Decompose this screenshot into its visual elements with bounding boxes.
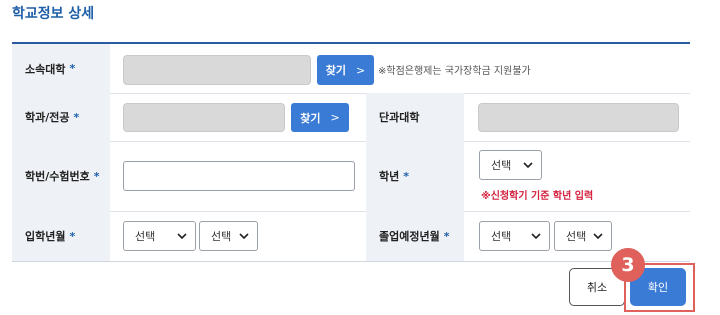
row-university: 소속대학 * 찾기 > ※학점은행제는 국가장학금 지원불가 — [12, 44, 690, 94]
college-label: 단과대학 — [379, 111, 420, 124]
college-input — [478, 103, 679, 132]
grade-note: ※신청학기 기준 학년 입력 — [481, 191, 594, 202]
admission-year-value: 선택 — [135, 230, 156, 243]
grade-select-value: 선택 — [491, 159, 512, 172]
department-label-cell: 학과/전공 * — [12, 93, 110, 141]
row-student-id: 학번/수험번호 * 학년 * 선택 ※신청학기 기준 학년 입력 — [12, 141, 690, 212]
university-input — [123, 55, 311, 85]
page-title: 학교정보 상세 — [12, 6, 95, 22]
graduation-label-cell: 졸업예정년월 * — [366, 211, 464, 261]
row-admission: 입학년월 * 선택 선택 졸업예정년월 * 선택 선택 — [12, 211, 690, 261]
grade-select[interactable]: 선택 — [479, 150, 542, 180]
graduation-year-select[interactable]: 선택 — [479, 221, 550, 251]
required-mark: * — [73, 110, 80, 124]
graduation-label: 졸업예정년월 — [379, 230, 440, 243]
admission-year-select[interactable]: 선택 — [123, 221, 196, 251]
graduation-month-value: 선택 — [566, 230, 587, 243]
grade-label: 학년 — [379, 170, 400, 183]
admission-month-value: 선택 — [211, 230, 232, 243]
chevron-right-icon: > — [356, 63, 366, 77]
required-mark: * — [69, 229, 76, 243]
row-department: 학과/전공 * 찾기 > 단과대학 — [12, 93, 690, 142]
step-number-badge: 3 — [611, 248, 645, 282]
chevron-down-icon — [523, 161, 533, 168]
grade-label-cell: 학년 * — [366, 141, 464, 211]
university-find-button[interactable]: 찾기 > — [317, 55, 374, 85]
admission-month-select[interactable]: 선택 — [199, 221, 258, 251]
required-mark: * — [69, 62, 76, 75]
admission-label-cell: 입학년월 * — [12, 211, 110, 261]
admission-label: 입학년월 — [25, 230, 66, 243]
chevron-down-icon — [177, 232, 187, 239]
chevron-down-icon — [593, 232, 603, 239]
step-number: 3 — [621, 253, 635, 276]
chevron-right-icon: > — [330, 111, 340, 124]
student-id-label: 학번/수험번호 — [25, 170, 90, 183]
required-mark: * — [403, 169, 410, 183]
university-label-cell: 소속대학 * — [12, 44, 110, 93]
required-mark: * — [443, 229, 450, 243]
graduation-year-value: 선택 — [491, 230, 512, 243]
chevron-down-icon — [531, 232, 541, 239]
college-label-cell: 단과대학 — [366, 93, 464, 141]
required-mark: * — [93, 169, 100, 183]
university-note: ※학점은행제는 국가장학금 지원불가 — [378, 66, 531, 77]
department-input — [123, 103, 285, 132]
school-info-form: 소속대학 * 찾기 > ※학점은행제는 국가장학금 지원불가 학과/전공 * 찾… — [12, 42, 690, 262]
department-find-button[interactable]: 찾기 > — [291, 103, 349, 132]
graduation-month-select[interactable]: 선택 — [554, 221, 612, 251]
student-id-label-cell: 학번/수험번호 * — [12, 141, 110, 211]
student-id-input[interactable] — [123, 161, 355, 191]
chevron-down-icon — [239, 232, 249, 239]
find-label: 찾기 — [300, 111, 321, 125]
find-label: 찾기 — [325, 64, 347, 77]
department-label: 학과/전공 — [25, 111, 70, 124]
university-label: 소속대학 — [25, 62, 66, 76]
